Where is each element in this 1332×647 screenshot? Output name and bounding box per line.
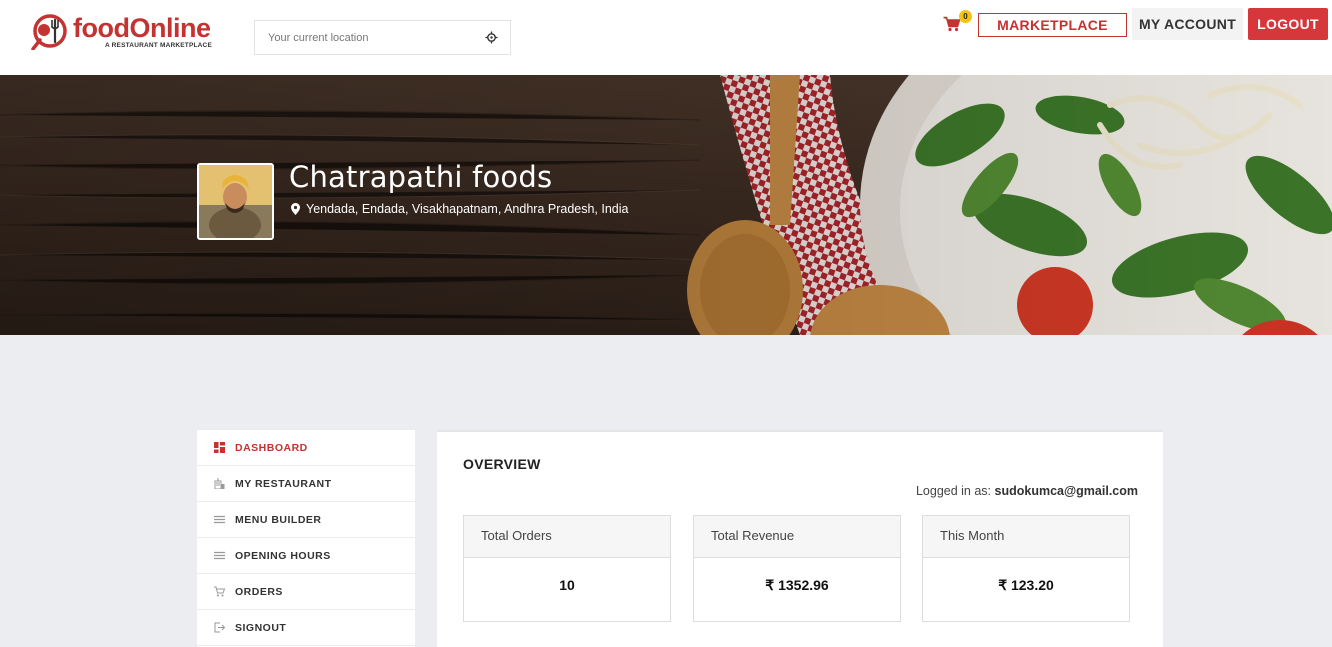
stat-label: Total Revenue: [694, 516, 900, 558]
sidebar-item-orders[interactable]: ORDERS: [197, 574, 415, 610]
top-header: foodOnline A RESTAURANT MARKETPLACE 0 MA…: [0, 0, 1332, 75]
stat-card-total-orders: Total Orders 10: [463, 515, 671, 622]
location-search: [254, 20, 511, 55]
stat-card-this-month: This Month ₹ 123.20: [922, 515, 1130, 622]
stat-label: This Month: [923, 516, 1129, 558]
sidebar-item-menu-builder[interactable]: MENU BUILDER: [197, 502, 415, 538]
sidebar-item-label: DASHBOARD: [235, 441, 308, 454]
logged-in-email: sudokumca@gmail.com: [994, 484, 1138, 498]
avatar-portrait: [199, 165, 272, 238]
restaurant-address: Yendada, Endada, Visakhapatnam, Andhra P…: [291, 202, 628, 216]
dashboard-sidebar: DASHBOARD MY RESTAURANT MENU BUILDER OPE…: [197, 430, 415, 647]
address-text: Yendada, Endada, Visakhapatnam, Andhra P…: [306, 202, 629, 216]
sidebar-item-opening-hours[interactable]: OPENING HOURS: [197, 538, 415, 574]
sidebar-item-my-restaurant[interactable]: MY RESTAURANT: [197, 466, 415, 502]
crosshair-icon[interactable]: [485, 31, 498, 44]
stat-value: 10: [559, 577, 575, 593]
cart-icon: [214, 586, 225, 597]
logged-in-info: Logged in as: sudokumca@gmail.com: [916, 484, 1138, 498]
restaurant-cover-banner: Chatrapathi foods Yendada, Endada, Visak…: [0, 75, 1332, 335]
logo-icon: [31, 14, 67, 50]
stat-label: Total Orders: [464, 516, 670, 558]
logged-in-prefix: Logged in as:: [915, 484, 992, 498]
sidebar-item-label: MY RESTAURANT: [235, 477, 332, 490]
stat-value: ₹ 123.20: [998, 577, 1054, 593]
stat-value: ₹ 1352.96: [765, 577, 829, 593]
my-account-button[interactable]: MY ACCOUNT: [1132, 8, 1243, 40]
sidebar-item-label: MENU BUILDER: [235, 513, 322, 526]
sidebar-item-dashboard[interactable]: DASHBOARD: [197, 430, 415, 466]
marketplace-button[interactable]: MARKETPLACE: [978, 13, 1127, 37]
brand-tagline: A RESTAURANT MARKETPLACE: [105, 42, 212, 49]
menu-lines-icon: [214, 515, 225, 524]
restaurant-avatar: [197, 163, 274, 240]
location-input[interactable]: [255, 21, 475, 54]
menu-lines-icon: [214, 551, 225, 560]
sidebar-item-label: OPENING HOURS: [235, 549, 331, 562]
logout-button[interactable]: LOGOUT: [1248, 8, 1328, 40]
overview-panel: OVERVIEW Logged in as: sudokumca@gmail.c…: [437, 430, 1163, 647]
restaurant-name: Chatrapathi foods: [289, 160, 553, 194]
overview-title: OVERVIEW: [463, 456, 541, 472]
sidebar-item-signout[interactable]: SIGNOUT: [197, 610, 415, 646]
cart-button[interactable]: 0: [943, 10, 972, 37]
signout-icon: [214, 622, 225, 633]
map-pin-icon: [291, 203, 300, 215]
brand-logo[interactable]: foodOnline A RESTAURANT MARKETPLACE: [31, 12, 221, 52]
sidebar-item-label: ORDERS: [235, 585, 283, 598]
brand-name: foodOnline: [73, 13, 211, 43]
restaurant-icon: [214, 478, 225, 489]
stat-card-total-revenue: Total Revenue ₹ 1352.96: [693, 515, 901, 622]
dashboard-icon: [214, 442, 225, 453]
sidebar-item-label: SIGNOUT: [235, 621, 287, 634]
cart-count-badge: 0: [959, 10, 972, 23]
